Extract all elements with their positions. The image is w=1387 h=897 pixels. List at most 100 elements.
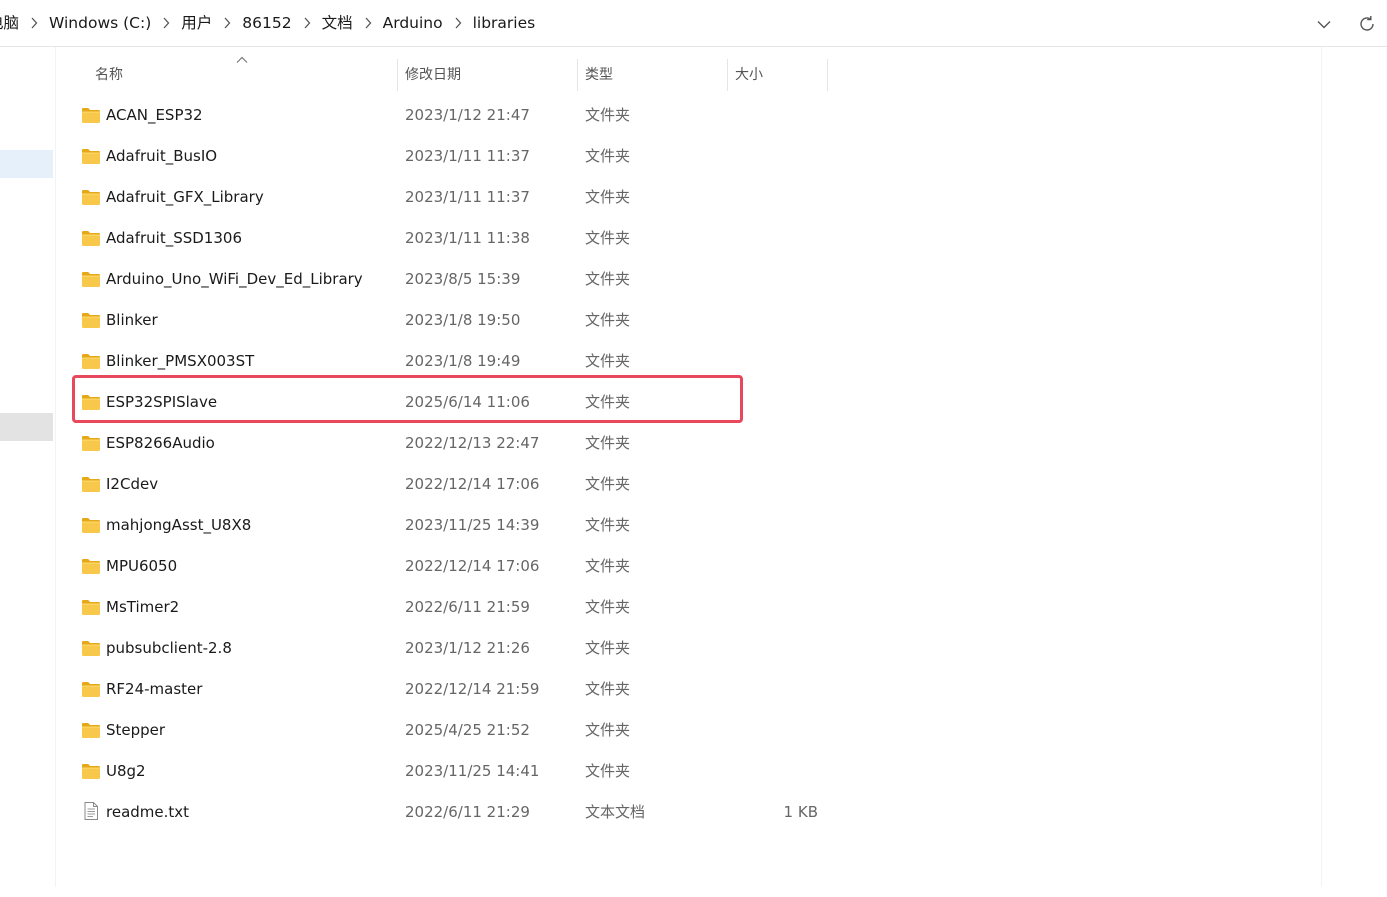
file-row[interactable]: pubsubclient-2.8 2023/1/12 21:26 文件夹 (56, 628, 836, 669)
file-row[interactable]: Stepper 2025/4/25 21:52 文件夹 (56, 710, 836, 751)
folder-icon (81, 188, 101, 206)
file-date-modified: 2023/1/11 11:37 (405, 188, 530, 206)
file-row[interactable]: Adafruit_GFX_Library 2023/1/11 11:37 文件夹 (56, 177, 836, 218)
file-name: ESP32SPISlave (106, 393, 218, 411)
folder-icon (81, 311, 101, 329)
folder-icon (81, 516, 101, 534)
file-size: 1 KB (783, 803, 818, 821)
file-date-modified: 2023/1/11 11:37 (405, 147, 530, 165)
file-type: 文件夹 (585, 311, 631, 329)
file-type: 文件夹 (585, 270, 631, 288)
file-row[interactable]: I2Cdev 2022/12/14 17:06 文件夹 (56, 464, 836, 505)
file-date-modified: 2023/1/12 21:47 (405, 106, 530, 124)
file-name: Blinker_PMSX003ST (106, 352, 255, 370)
file-date-modified: 2023/11/25 14:39 (405, 516, 540, 534)
file-date-modified: 2023/1/8 19:50 (405, 311, 521, 329)
file-size (736, 669, 818, 710)
folder-icon (81, 598, 101, 616)
column-header-type[interactable]: 类型 (585, 64, 613, 86)
file-size (736, 136, 818, 177)
address-history-dropdown-button[interactable] (1312, 12, 1336, 36)
file-size (736, 218, 818, 259)
column-divider[interactable] (827, 59, 828, 91)
file-row[interactable]: RF24-master 2022/12/14 21:59 文件夹 (56, 669, 836, 710)
file-name: Adafruit_BusIO (106, 147, 218, 165)
file-name: MPU6050 (106, 557, 178, 575)
file-name: Adafruit_GFX_Library (106, 188, 264, 206)
folder-icon (81, 229, 101, 247)
nav-item-selected[interactable] (0, 150, 53, 178)
file-type: 文本文档 (585, 803, 646, 821)
nav-item-hover[interactable] (0, 413, 53, 441)
breadcrumb-item-users[interactable]: 用户 (181, 0, 212, 46)
address-bar[interactable]: 电脑 Windows (C:) 用户 86152 文档 Arduino (0, 0, 1387, 47)
file-date-modified: 2022/12/14 17:06 (405, 475, 540, 493)
text-file-icon (81, 802, 101, 821)
refresh-button[interactable] (1354, 11, 1380, 37)
file-name: ACAN_ESP32 (106, 106, 203, 124)
breadcrumb[interactable]: 电脑 Windows (C:) 用户 86152 文档 Arduino (0, 0, 535, 46)
file-row[interactable]: ACAN_ESP32 2023/1/12 21:47 文件夹 (56, 95, 836, 136)
file-name: MsTimer2 (106, 598, 180, 616)
file-type: 文件夹 (585, 106, 631, 124)
file-list: ACAN_ESP32 2023/1/12 21:47 文件夹 Adafruit_Bus… (56, 95, 1320, 833)
chevron-down-icon (1317, 20, 1331, 28)
file-date-modified: 2023/1/11 11:38 (405, 229, 530, 247)
file-row[interactable]: readme.txt 2022/6/11 21:29 文本文档 1 KB (56, 792, 836, 833)
breadcrumb-item-libraries[interactable]: libraries (473, 0, 536, 46)
file-row[interactable]: mahjongAsst_U8X8 2023/11/25 14:39 文件夹 (56, 505, 836, 546)
file-date-modified: 2022/6/11 21:29 (405, 803, 530, 821)
file-size (736, 546, 818, 587)
file-name: mahjongAsst_U8X8 (106, 516, 252, 534)
file-row[interactable]: U8g2 2023/11/25 14:41 文件夹 (56, 751, 836, 792)
file-name: I2Cdev (106, 475, 159, 493)
column-divider[interactable] (727, 59, 728, 91)
file-type: 文件夹 (585, 762, 631, 780)
file-size (736, 505, 818, 546)
file-date-modified: 2023/8/5 15:39 (405, 270, 521, 288)
folder-icon (81, 762, 101, 780)
breadcrumb-item-windows-c[interactable]: Windows (C:) (49, 0, 151, 46)
breadcrumb-item-this-pc[interactable]: 电脑 (0, 0, 19, 46)
file-row[interactable]: Blinker_PMSX003ST 2023/1/8 19:49 文件夹 (56, 341, 836, 382)
file-row[interactable]: ESP8266Audio 2022/12/13 22:47 文件夹 (56, 423, 836, 464)
file-size (736, 423, 818, 464)
navigation-pane[interactable] (0, 47, 54, 897)
file-row[interactable]: Arduino_Uno_WiFi_Dev_Ed_Library 2023/8/5 … (56, 259, 836, 300)
file-row[interactable]: MsTimer2 2022/6/11 21:59 文件夹 (56, 587, 836, 628)
file-name: pubsubclient-2.8 (106, 639, 232, 657)
file-size (736, 341, 818, 382)
file-name: ESP8266Audio (106, 434, 215, 452)
file-row[interactable]: Adafruit_BusIO 2023/1/11 11:37 文件夹 (56, 136, 836, 177)
file-row-highlighted[interactable]: ESP32SPISlave 2025/6/14 11:06 文件夹 (56, 382, 836, 423)
chevron-right-icon (443, 0, 473, 46)
file-size (736, 464, 818, 505)
column-header-date-modified[interactable]: 修改日期 (405, 64, 461, 86)
column-divider[interactable] (577, 59, 578, 91)
column-header-size[interactable]: 大小 (735, 64, 763, 86)
file-date-modified: 2025/6/14 11:06 (405, 393, 530, 411)
refresh-icon (1360, 16, 1374, 31)
file-row[interactable]: Blinker 2023/1/8 19:50 文件夹 (56, 300, 836, 341)
file-row[interactable]: MPU6050 2022/12/14 17:06 文件夹 (56, 546, 836, 587)
file-date-modified: 2022/12/14 17:06 (405, 557, 540, 575)
file-type: 文件夹 (585, 147, 631, 165)
breadcrumb-item-arduino[interactable]: Arduino (383, 0, 443, 46)
file-row[interactable]: Adafruit_SSD1306 2023/1/11 11:38 文件夹 (56, 218, 836, 259)
column-header-row: 名称 修改日期 类型 大小 (56, 47, 1320, 102)
pane-divider (1321, 47, 1322, 887)
file-type: 文件夹 (585, 188, 631, 206)
file-date-modified: 2022/12/13 22:47 (405, 434, 540, 452)
folder-icon (81, 106, 101, 124)
file-type: 文件夹 (585, 352, 631, 370)
column-header-name[interactable]: 名称 (95, 64, 123, 86)
file-date-modified: 2023/1/12 21:26 (405, 639, 530, 657)
folder-icon (81, 434, 101, 452)
breadcrumb-item-documents[interactable]: 文档 (322, 0, 353, 46)
file-size (736, 300, 818, 341)
folder-icon (81, 270, 101, 288)
column-divider[interactable] (397, 59, 398, 91)
file-size (736, 259, 818, 300)
file-name: Stepper (106, 721, 166, 739)
breadcrumb-item-user-folder[interactable]: 86152 (242, 0, 291, 46)
